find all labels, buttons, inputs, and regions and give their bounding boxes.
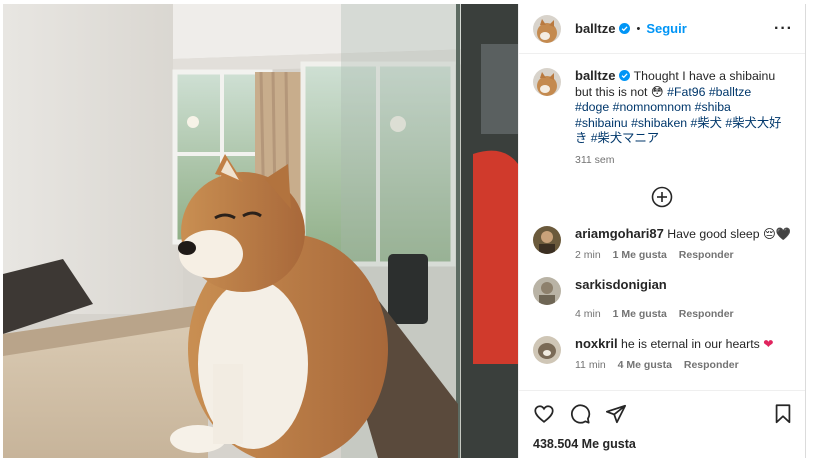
author-avatar[interactable] (533, 14, 561, 43)
author-username[interactable]: balltze (575, 21, 615, 36)
separator-dot: • (636, 22, 641, 35)
post-caption: balltze Thought I have a shibainu but th… (519, 54, 805, 168)
like-button[interactable] (533, 403, 555, 425)
follow-button[interactable]: Seguir (646, 21, 686, 36)
comment-likes[interactable]: 4 Me gusta (618, 359, 672, 371)
comment-meta: 11 min 4 Me gusta Responder (575, 358, 774, 373)
hashtags-line-3[interactable]: #shibainu #shibaken #柴犬 #柴犬大好 (575, 116, 781, 130)
comment-text: Have good sleep (667, 227, 760, 241)
comment-item: ariamgohari87 Have good sleep 😔🖤 2 min 1… (519, 226, 805, 263)
comment-meta: 4 min 1 Me gusta Responder (575, 307, 743, 322)
comment-body: ariamgohari87 Have good sleep 😔🖤 2 min 1… (575, 226, 791, 263)
post-side-panel: balltze • Seguir ··· balltze Thought I h… (518, 4, 806, 458)
action-icons-row (533, 401, 793, 427)
verified-badge-icon (619, 70, 631, 81)
comment-body: noxkril he is eternal in our hearts ❤ 11… (575, 336, 774, 373)
share-icon (605, 404, 627, 424)
bookmark-icon (775, 404, 791, 424)
comment-item: noxkril he is eternal in our hearts ❤ 11… (519, 336, 805, 373)
comment-likes[interactable]: 1 Me gusta (613, 249, 667, 261)
comment-time: 4 min (575, 308, 601, 320)
comment-icon (571, 404, 591, 424)
commenter-avatar[interactable] (533, 277, 561, 305)
comment-time: 11 min (575, 359, 606, 371)
comment-emoji: 😔🖤 (763, 227, 792, 241)
comment-time: 2 min (575, 249, 601, 261)
hashtags-line-2[interactable]: #doge #nomnomnom #shiba (575, 100, 731, 114)
more-options-icon[interactable]: ··· (774, 20, 793, 38)
hashtags-line-4[interactable]: き #柴犬マニア (575, 131, 659, 145)
commenter-username[interactable]: sarkisdonigian (575, 277, 667, 292)
reply-button[interactable]: Responder (679, 249, 734, 261)
shiba-dog-photo (3, 4, 518, 458)
post-header: balltze • Seguir ··· (519, 4, 805, 54)
comment-button[interactable] (569, 403, 591, 425)
commenter-username[interactable]: noxkril (575, 336, 618, 351)
comment-likes[interactable]: 1 Me gusta (613, 308, 667, 320)
hashtags-line-1[interactable]: #Fat96 #balltze (667, 85, 751, 99)
reply-button[interactable]: Responder (684, 359, 739, 371)
comment-body: sarkisdonigian 4 min 1 Me gusta Responde… (575, 277, 743, 322)
comment-item: sarkisdonigian 4 min 1 Me gusta Responde… (519, 277, 805, 322)
post-actions-bar: 438.504 Me gusta (519, 390, 805, 458)
share-button[interactable] (605, 403, 627, 425)
plus-circle-icon (651, 186, 673, 208)
comment-emoji: ❤ (763, 337, 774, 351)
post-photo[interactable] (3, 4, 518, 458)
heart-icon (534, 405, 554, 423)
load-more-comments-button[interactable] (519, 186, 805, 208)
caption-username[interactable]: balltze (575, 68, 615, 83)
likes-count[interactable]: 438.504 Me gusta (533, 437, 793, 451)
caption-text-block: balltze Thought I have a shibainu but th… (575, 68, 783, 168)
comment-text: he is eternal in our hearts (621, 337, 760, 351)
post-timestamp: 311 sem (575, 153, 615, 166)
reply-button[interactable]: Responder (679, 308, 734, 320)
caption-emoji: 😳 (650, 84, 664, 99)
commenter-username[interactable]: ariamgohari87 (575, 226, 664, 241)
save-button[interactable] (773, 403, 793, 425)
verified-badge-icon (619, 23, 631, 34)
commenter-avatar[interactable] (533, 336, 561, 364)
commenter-avatar[interactable] (533, 226, 561, 254)
caption-author-avatar[interactable] (533, 68, 561, 96)
comment-meta: 2 min 1 Me gusta Responder (575, 248, 791, 263)
